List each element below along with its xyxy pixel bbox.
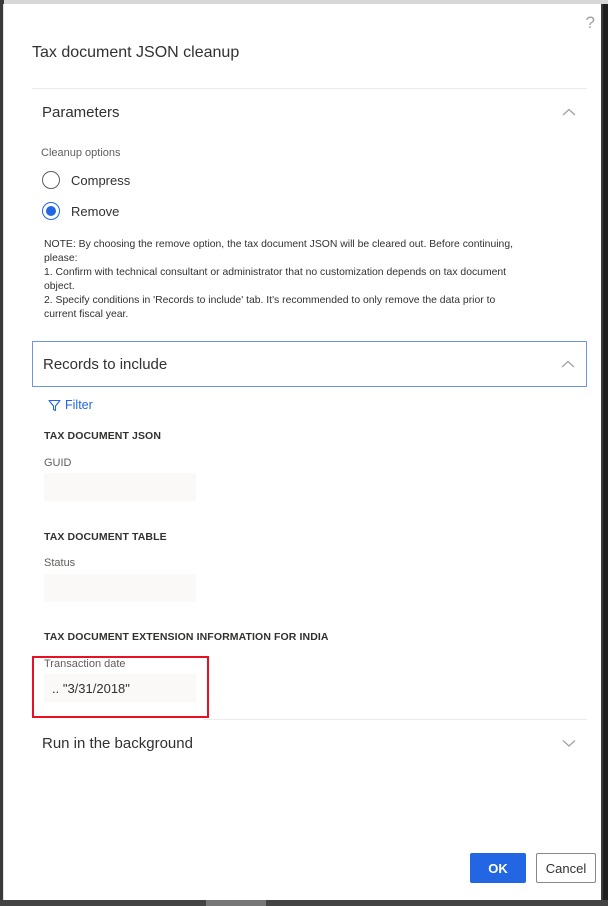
filter-label: Filter: [65, 398, 93, 412]
radio-remove-label: Remove: [71, 203, 120, 219]
divider: [204, 719, 587, 720]
records-section-header[interactable]: Records to include: [32, 341, 587, 387]
guid-input[interactable]: [44, 473, 196, 501]
parameters-section-header[interactable]: Parameters: [32, 90, 587, 134]
ok-button[interactable]: OK: [470, 853, 526, 883]
dialog-title: Tax document JSON cleanup: [32, 44, 240, 61]
scrollbar-thumb[interactable]: [206, 900, 266, 906]
chevron-down-icon: [561, 735, 577, 751]
group-title-tax-extension-india: TAX DOCUMENT EXTENSION INFORMATION FOR I…: [44, 631, 329, 643]
note-line: NOTE: By choosing the remove option, the…: [44, 239, 513, 264]
divider: [32, 88, 587, 89]
cleanup-options-label: Cleanup options: [41, 147, 121, 159]
window-edge: [603, 0, 608, 906]
records-section-title: Records to include: [43, 355, 168, 373]
radio-button-checked[interactable]: [42, 202, 60, 220]
filter-button[interactable]: Filter: [48, 398, 93, 412]
status-input[interactable]: [44, 574, 196, 602]
chevron-up-icon: [560, 356, 576, 372]
note-line: 1. Confirm with technical consultant or …: [44, 267, 507, 292]
help-icon[interactable]: ?: [586, 13, 595, 33]
radio-compress[interactable]: Compress: [42, 171, 130, 189]
parameters-section-title: Parameters: [42, 103, 120, 121]
remove-note: NOTE: By choosing the remove option, the…: [44, 238, 514, 322]
status-label: Status: [44, 557, 76, 569]
transaction-date-input[interactable]: [44, 674, 196, 702]
radio-remove[interactable]: Remove: [42, 202, 119, 220]
background-section-title: Run in the background: [42, 734, 193, 752]
background-section-header[interactable]: Run in the background: [32, 721, 587, 765]
group-title-tax-document-table: TAX DOCUMENT TABLE: [44, 531, 167, 543]
dialog-top-bar: [4, 0, 608, 4]
chevron-up-icon: [561, 104, 577, 120]
cancel-button[interactable]: Cancel: [536, 853, 596, 883]
guid-label: GUID: [44, 457, 72, 469]
transaction-date-label: Transaction date: [44, 658, 126, 670]
filter-icon: [48, 399, 61, 411]
radio-button[interactable]: [42, 171, 60, 189]
radio-compress-label: Compress: [71, 172, 131, 188]
note-line: 2. Specify conditions in 'Records to inc…: [44, 295, 496, 320]
tax-json-cleanup-dialog: ? Tax document JSON cleanup Parameters C…: [3, 0, 608, 900]
bottom-scrollbar[interactable]: [0, 900, 608, 906]
group-title-tax-document-json: TAX DOCUMENT JSON: [44, 430, 162, 442]
